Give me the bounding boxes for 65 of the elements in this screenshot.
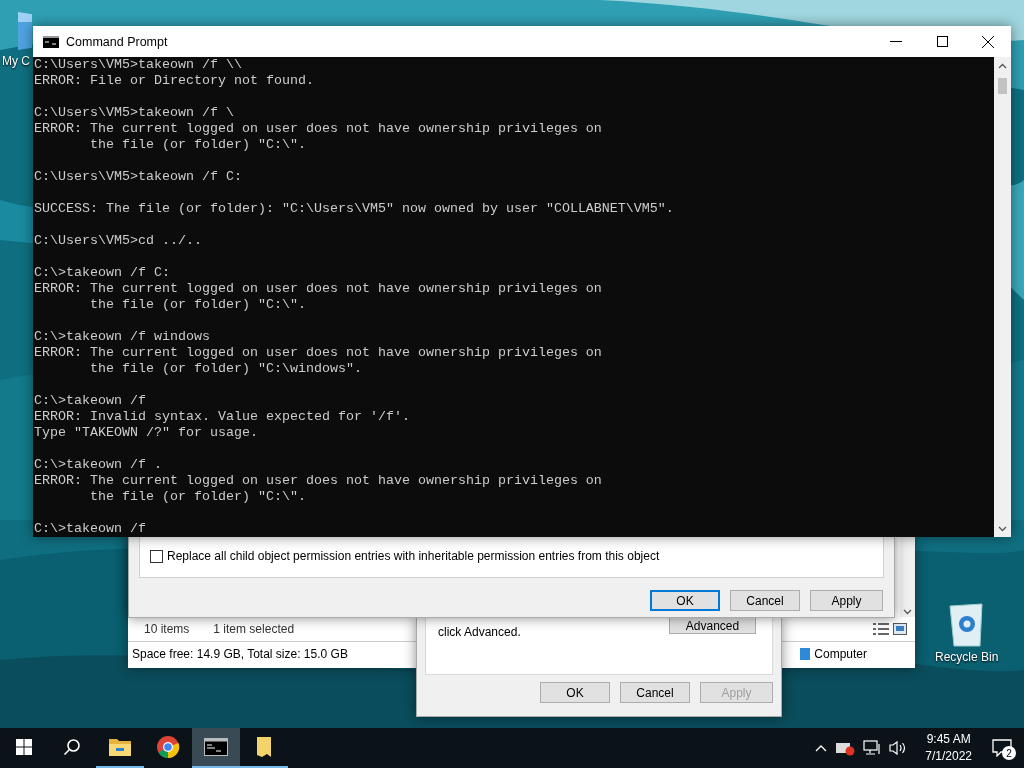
volume-icon[interactable] [889,740,908,756]
advanced-button[interactable]: Advanced [669,618,756,634]
console-line: ERROR: Invalid syntax. Value expected for '/f'. [34,409,411,425]
large-icons-view-icon[interactable] [893,623,907,635]
console-line: Type "TAKEOWN /?" for usage. [34,425,259,441]
selection-count: 1 item selected [213,622,295,636]
location-label: Computer [814,647,867,661]
notification-icon[interactable] [992,739,1012,757]
search-icon [63,738,81,756]
console-line: C:\Users\VM5>takeown /f C: [34,169,243,185]
note-icon [255,736,273,758]
console-line: C:\>takeown /f . [34,457,163,473]
dialog-button[interactable]: Apply [810,590,883,611]
console-line: ERROR: The current logged on user does not have ownership privileges on [34,345,603,361]
console-line: C:\Users\VM5>takeown /f \ [34,105,235,121]
details-view-icon[interactable] [873,623,889,635]
console-line: the file (or folder) "C:\". [89,297,307,313]
network-error-icon[interactable] [835,740,856,756]
console-line: SUCCESS: The file (or folder): "C:\Users\VM5" now owned by user "COLLABNET\VM5". [34,201,675,217]
hint-text: click Advanced. [438,625,521,641]
clock-time: 9:45 AM [926,731,971,748]
console-line: C:\>takeown /f [34,521,147,537]
console-line: ERROR: The current logged on user does not have ownership privileges on [34,473,603,489]
scrollbar[interactable] [994,57,1011,537]
dialog-button[interactable]: OK [650,590,720,611]
terminal-icon [43,35,59,48]
minimize-icon [890,40,902,43]
desktop-icon-label[interactable]: Recycle Bin [935,650,999,664]
terminal-icon [204,738,228,756]
console-line: C:\Users\VM5>cd ../.. [34,233,203,249]
scroll-up-icon[interactable] [998,62,1007,69]
scroll-down-icon[interactable] [903,609,912,615]
browser-icon [156,735,180,759]
space-info: Space free: 14.9 GB, Total size: 15.0 GB [132,647,348,661]
console-line: ERROR: The current logged on user does not have ownership privileges on [34,121,603,137]
taskbar-button[interactable] [192,728,240,768]
computer-icon [800,648,811,660]
console-line: ERROR: The current logged on user does not have ownership privileges on [34,281,603,297]
console-line: the file (or folder) "C:\". [89,137,307,153]
item-count: 10 items [144,622,190,636]
notification-badge: 2 [1002,746,1016,760]
close-icon [982,35,994,48]
console-line: ERROR: File or Directory not found. [34,73,315,89]
maximize-icon [936,36,948,47]
console-line: C:\Users\VM5>takeown /f \\ [34,57,243,73]
console-line: C:\>takeown /f windows [34,329,211,345]
network-icon[interactable] [863,740,882,756]
scroll-thumb[interactable] [998,78,1007,94]
console-line: the file (or folder) "C:\". [89,489,307,505]
console-line: C:\>takeown /f [34,393,147,409]
scrollbar[interactable] [900,537,915,617]
dialog-button[interactable]: Cancel [730,590,800,611]
clock-date: 7/1/2022 [925,748,972,765]
desktop-icon-label[interactable]: My C [2,54,30,68]
folder-icon [108,736,132,758]
clock[interactable]: 9:45 AM 7/1/2022 [925,731,972,765]
dialog-button[interactable]: Cancel [620,682,690,703]
console-line: the file (or folder) "C:\windows". [89,361,363,377]
window-title: Command Prompt [66,34,169,49]
dialog-button[interactable]: OK [540,682,610,703]
windows-logo-icon [16,739,32,755]
chevron-up-icon[interactable] [815,744,828,752]
console-line: C:\>takeown /f C: [34,265,171,281]
scroll-down-icon[interactable] [998,525,1007,532]
checkbox[interactable] [150,549,163,563]
